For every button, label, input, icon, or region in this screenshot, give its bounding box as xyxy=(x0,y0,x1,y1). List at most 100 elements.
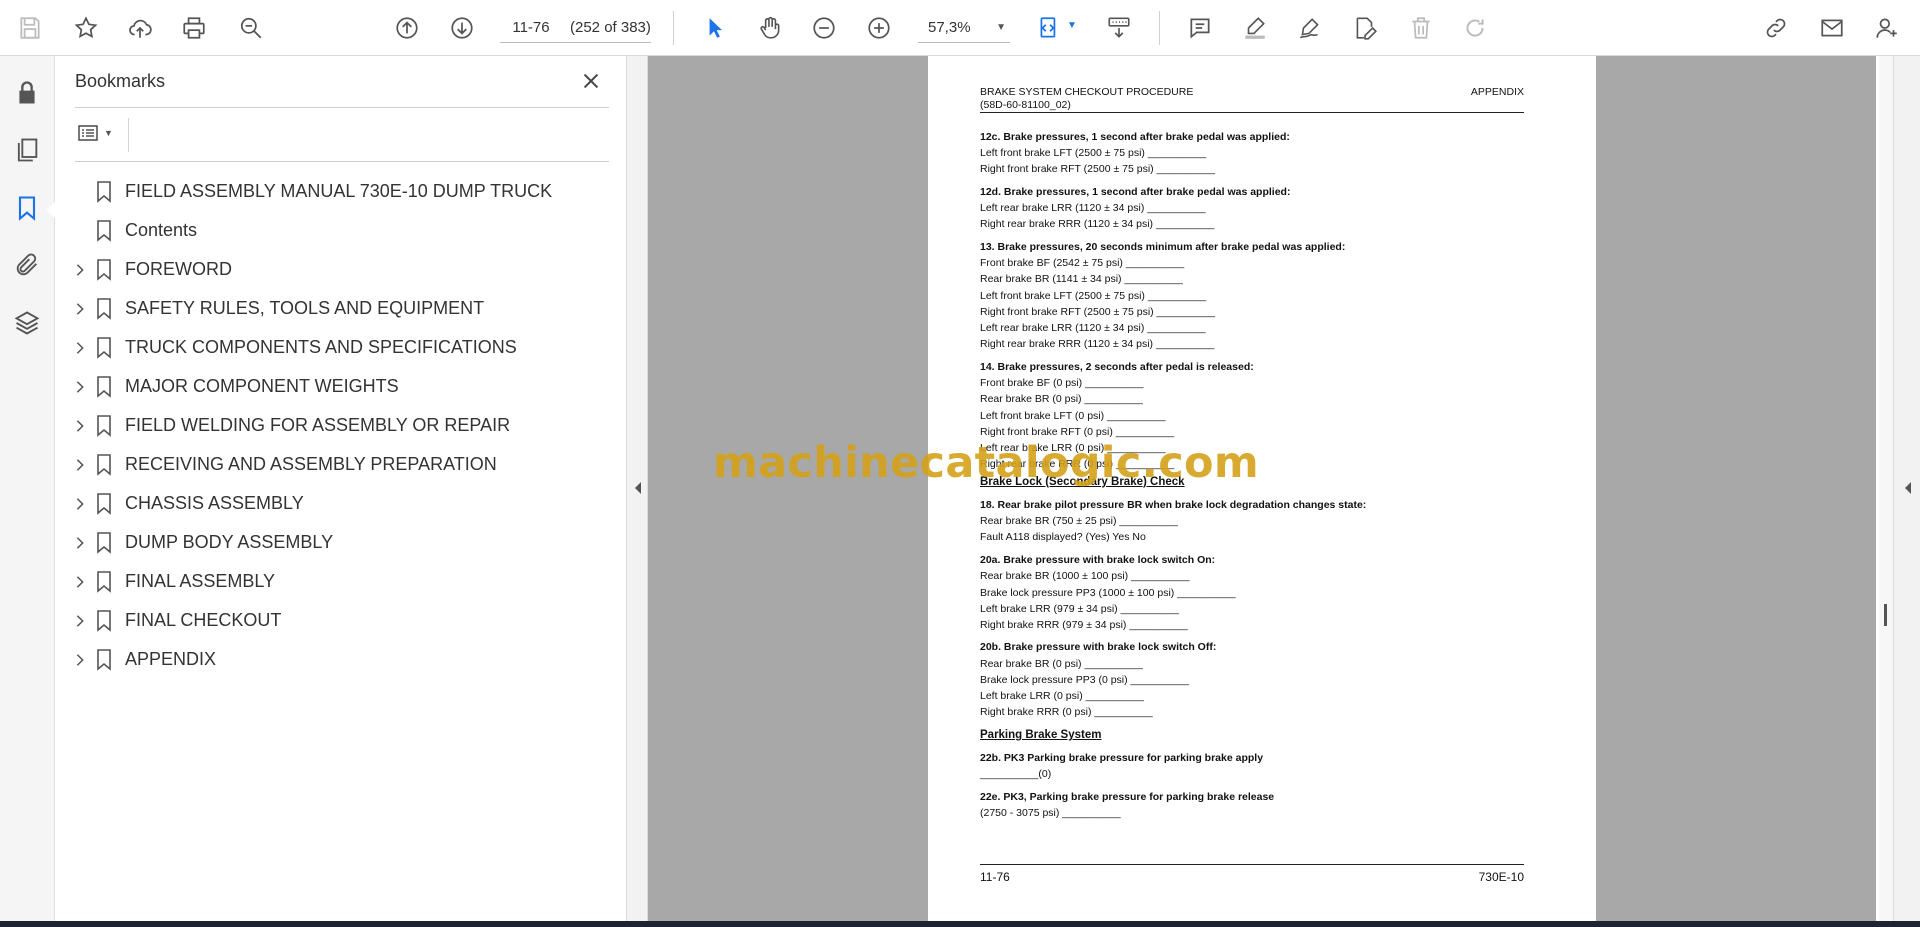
bookmark-icon xyxy=(96,609,112,632)
edit-doc-icon[interactable] xyxy=(1346,9,1384,47)
measurement-line: Left front brake LFT (0 psi) __________ xyxy=(980,410,1166,422)
main-toolbar: (252 of 383) 57,3% ▼ ▼ xyxy=(0,0,1920,56)
step-heading: 22e. PK3, Parking brake pressure for par… xyxy=(980,791,1275,803)
sign-icon[interactable] xyxy=(1291,9,1329,47)
upload-icon[interactable] xyxy=(121,9,159,47)
star-icon[interactable] xyxy=(67,9,105,47)
chevron-right-icon[interactable] xyxy=(72,418,88,434)
zoom-search-icon[interactable] xyxy=(232,9,270,47)
layers-icon[interactable] xyxy=(10,306,44,340)
bookmark-icon[interactable] xyxy=(10,191,44,225)
chevron-right-icon[interactable] xyxy=(72,457,88,473)
bookmark-item[interactable]: FIELD WELDING FOR ASSEMBLY OR REPAIR xyxy=(56,406,626,445)
bookmark-label: CHASSIS ASSEMBLY xyxy=(125,493,304,513)
lock-icon[interactable] xyxy=(10,76,44,110)
bookmark-options-button[interactable]: ▼ xyxy=(76,118,124,148)
zoom-dropdown[interactable]: 57,3% ▼ xyxy=(918,13,1010,43)
bookmark-item[interactable]: TRUCK COMPONENTS AND SPECIFICATIONS xyxy=(56,328,626,367)
measurement-line: Left brake LRR (0 psi) __________ xyxy=(980,690,1145,702)
collapse-left-icon[interactable] xyxy=(633,481,643,495)
toolbar-separator xyxy=(673,11,674,45)
measurement-line: Left rear brake LRR (1120 ± 34 psi) ____… xyxy=(980,322,1206,334)
bookmark-label: MAJOR COMPONENT WEIGHTS xyxy=(125,376,399,396)
bookmark-item[interactable]: Contents xyxy=(56,211,626,250)
chevron-right-icon[interactable] xyxy=(72,496,88,512)
scrollbar-thumb[interactable] xyxy=(1884,604,1887,626)
save-icon[interactable] xyxy=(11,9,49,47)
print-icon[interactable] xyxy=(175,9,213,47)
pdf-viewer-app: (252 of 383) 57,3% ▼ ▼ xyxy=(0,0,1920,927)
bookmark-item[interactable]: FOREWORD xyxy=(56,250,626,289)
vertical-scrollbar[interactable] xyxy=(1879,56,1893,921)
measurement-line: Rear brake BR (1141 ± 34 psi) __________ xyxy=(980,273,1183,285)
chevron-right-icon[interactable] xyxy=(72,379,88,395)
bookmark-item[interactable]: FINAL ASSEMBLY xyxy=(56,562,626,601)
bookmark-item[interactable]: RECEIVING AND ASSEMBLY PREPARATION xyxy=(56,445,626,484)
close-icon[interactable] xyxy=(578,68,604,94)
mail-icon[interactable] xyxy=(1813,9,1851,47)
attachment-icon[interactable] xyxy=(10,248,44,282)
page-number-input[interactable] xyxy=(500,12,562,43)
delete-icon[interactable] xyxy=(1402,9,1440,47)
panel-divider xyxy=(75,107,609,108)
page-header-section: APPENDIX xyxy=(1470,86,1524,98)
pdf-page: BRAKE SYSTEM CHECKOUT PROCEDURE (58D-60-… xyxy=(928,56,1596,921)
chevron-right-icon[interactable] xyxy=(72,613,88,629)
fit-page-chevron-icon[interactable]: ▼ xyxy=(1067,20,1077,31)
bookmark-icon xyxy=(96,375,112,398)
link-cloud-icon[interactable] xyxy=(1757,9,1795,47)
fit-page-icon[interactable] xyxy=(1030,9,1068,47)
measurement-line: Right front brake RFT (2500 ± 75 psi) __… xyxy=(980,306,1215,318)
step-heading: 20a. Brake pressure with brake lock swit… xyxy=(980,554,1216,566)
arrow-up-icon[interactable] xyxy=(388,9,426,47)
chevron-right-icon[interactable] xyxy=(72,301,88,317)
chevron-right-icon[interactable] xyxy=(72,262,88,278)
bookmark-label: SAFETY RULES, TOOLS AND EQUIPMENT xyxy=(125,298,485,318)
bookmark-label: Contents xyxy=(125,220,198,240)
hand-icon[interactable] xyxy=(751,9,789,47)
panel-title: Bookmarks xyxy=(75,71,166,91)
arrow-down-icon[interactable] xyxy=(443,9,481,47)
chevron-right-icon[interactable] xyxy=(72,574,88,590)
zoom-out-icon[interactable] xyxy=(805,9,843,47)
keyboard-scroll-icon[interactable] xyxy=(1100,9,1138,47)
bookmark-item[interactable]: SAFETY RULES, TOOLS AND EQUIPMENT xyxy=(56,289,626,328)
measurement-line: Front brake BF (2542 ± 75 psi) _________… xyxy=(980,257,1185,269)
bookmark-item[interactable]: APPENDIX xyxy=(56,640,626,679)
highlight-icon[interactable] xyxy=(1236,9,1274,47)
chevron-right-icon[interactable] xyxy=(72,652,88,668)
bookmark-icon xyxy=(96,492,112,515)
zoom-in-icon[interactable] xyxy=(860,9,898,47)
measurement-line: Right brake RRR (979 ± 34 psi) _________… xyxy=(980,619,1188,631)
taskbar-edge xyxy=(0,921,1920,927)
chevron-right-icon[interactable] xyxy=(72,340,88,356)
list-options-icon xyxy=(78,125,98,141)
measurement-line: Left brake LRR (979 ± 34 psi) __________ xyxy=(980,603,1179,615)
bookmark-item[interactable]: FIELD ASSEMBLY MANUAL 730E-10 DUMP TRUCK xyxy=(56,172,626,211)
bookmark-icon xyxy=(96,531,112,554)
measurement-line: Right front brake RFT (2500 ± 75 psi) __… xyxy=(980,163,1215,175)
measurement-line: Right front brake RFT (0 psi) __________ xyxy=(980,426,1175,438)
select-arrow-icon[interactable] xyxy=(696,9,734,47)
step-heading: 13. Brake pressures, 20 seconds minimum … xyxy=(980,241,1346,253)
bookmark-label: FIELD ASSEMBLY MANUAL 730E-10 DUMP TRUCK xyxy=(125,181,553,201)
bookmark-label: RECEIVING AND ASSEMBLY PREPARATION xyxy=(125,454,497,474)
expand-right-panel-icon[interactable] xyxy=(1903,481,1913,495)
redo-icon[interactable] xyxy=(1456,9,1494,47)
bookmark-item[interactable]: FINAL CHECKOUT xyxy=(56,601,626,640)
bookmark-item[interactable]: MAJOR COMPONENT WEIGHTS xyxy=(56,367,626,406)
user-add-icon[interactable] xyxy=(1868,9,1906,47)
document-viewport[interactable]: BRAKE SYSTEM CHECKOUT PROCEDURE (58D-60-… xyxy=(648,56,1876,921)
chevron-right-icon[interactable] xyxy=(72,535,88,551)
panel-divider xyxy=(75,161,609,162)
measurement-line: Left rear brake LRR (1120 ± 34 psi) ____… xyxy=(980,202,1206,214)
chevron-down-icon: ▼ xyxy=(104,128,113,138)
comment-icon[interactable] xyxy=(1181,9,1219,47)
bookmark-item[interactable]: CHASSIS ASSEMBLY xyxy=(56,484,626,523)
bookmark-item[interactable]: DUMP BODY ASSEMBLY xyxy=(56,523,626,562)
pages-icon[interactable] xyxy=(10,133,44,167)
bookmark-icon xyxy=(96,414,112,437)
measurement-line: Right rear brake RRR (1120 ± 34 psi) ___… xyxy=(980,218,1215,230)
panel-splitter[interactable] xyxy=(626,56,648,921)
measurement-line: Right rear brake RRR (1120 ± 34 psi) ___… xyxy=(980,338,1215,350)
